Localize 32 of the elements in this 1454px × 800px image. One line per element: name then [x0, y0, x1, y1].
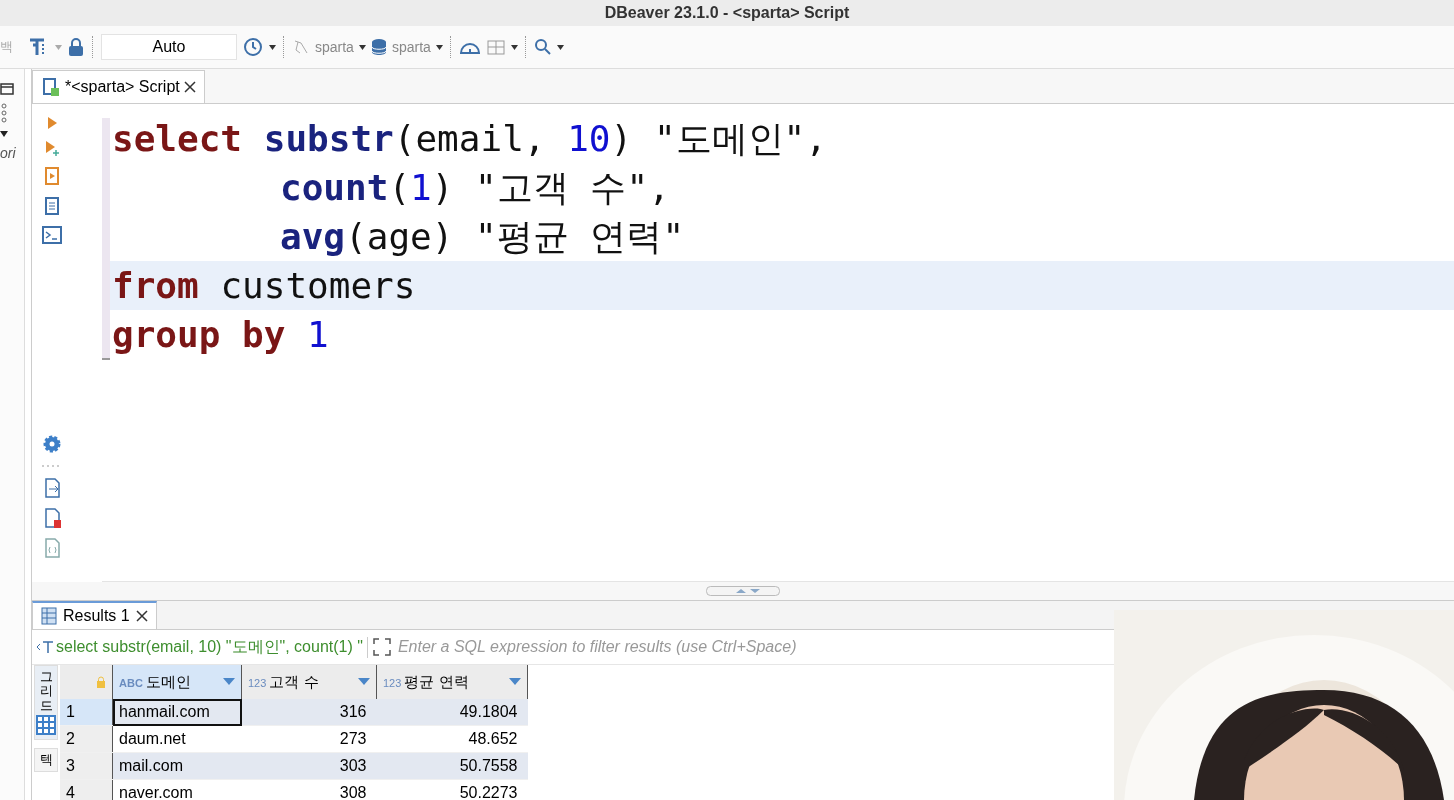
- table-cell: 50.7558: [376, 752, 528, 780]
- code-line: avg(age) "평균 연력": [279, 215, 686, 259]
- table-cell: 273: [241, 725, 377, 753]
- table-cell: daum.net: [112, 725, 242, 753]
- panel-text: ori: [0, 145, 16, 161]
- table-cell: 308: [241, 779, 377, 800]
- column-header[interactable]: ABC 도메인: [112, 665, 242, 699]
- table-cell: 48.652: [376, 725, 528, 753]
- column-header[interactable]: 123 평균 연력: [376, 665, 528, 699]
- column-header[interactable]: 123 고객 수: [241, 665, 377, 699]
- table-cell: 303: [241, 752, 377, 780]
- table-cell: hanmail.com: [112, 699, 242, 726]
- table-cell: mail.com: [112, 752, 242, 780]
- view-tab[interactable]: 텍: [34, 747, 58, 773]
- code-line: count(1) "고객 수",: [279, 166, 671, 210]
- row-number[interactable]: 4: [60, 779, 113, 800]
- toolbar-text: 백: [0, 38, 13, 56]
- table-cell: 50.2273: [376, 779, 528, 800]
- transaction-mode-field[interactable]: Auto: [101, 34, 237, 60]
- row-number[interactable]: 2: [60, 725, 113, 753]
- table-cell: naver.com: [112, 779, 242, 800]
- table-cell: 49.1804: [376, 699, 528, 726]
- results-tab[interactable]: Results 1: [32, 601, 157, 629]
- code-line: group by 1: [111, 313, 330, 357]
- filter-query-field[interactable]: select substr(email, 10) "도메인", count(1) ": [36, 636, 368, 658]
- code-line: select substr(email, 10) "도메인",: [111, 117, 828, 161]
- row-number[interactable]: 3: [60, 752, 113, 780]
- view-tab[interactable]: 그리드: [34, 665, 58, 740]
- window-title: DBeaver 23.1.0 - <sparta> Script: [604, 4, 850, 22]
- editor-tab[interactable]: *<sparta> Script: [32, 70, 205, 103]
- row-number[interactable]: 1: [60, 699, 113, 726]
- table-cell: 316: [241, 699, 377, 726]
